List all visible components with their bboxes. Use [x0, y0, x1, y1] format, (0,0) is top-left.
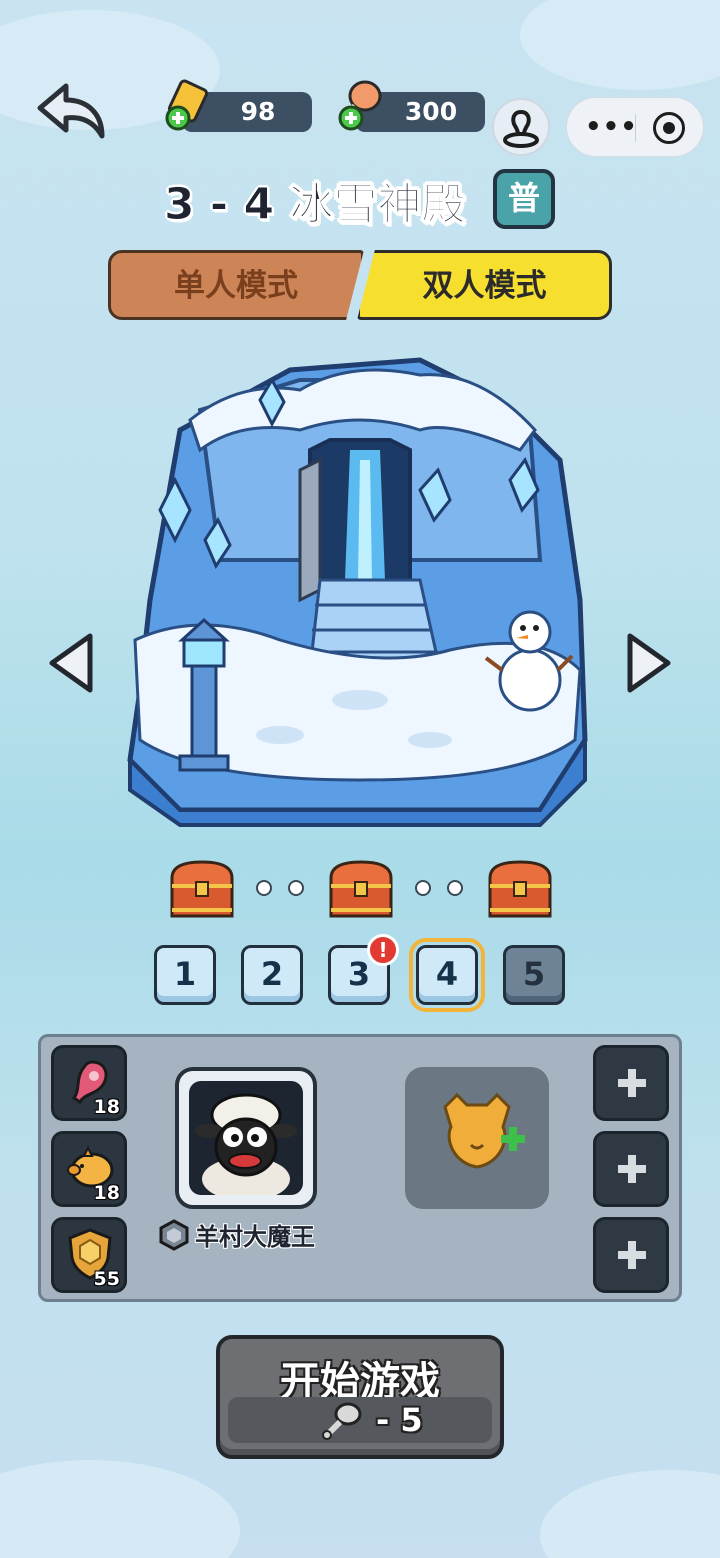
stamina-value: 300 [404, 97, 458, 126]
sheep-hero-avatar [195, 1093, 297, 1195]
gold-value: 98 [240, 97, 276, 126]
tab-double-mode[interactable]: 双人模式 [357, 250, 612, 320]
more-menu-icon[interactable]: ••• [585, 112, 638, 142]
chevron-right-icon [627, 633, 671, 693]
stamina-cost-bar: - 5 [228, 1397, 492, 1443]
tab-single-mode[interactable]: 单人模式 [108, 250, 364, 320]
ice-temple-stage-image [120, 340, 600, 830]
plus-icon [618, 1155, 646, 1183]
progress-dot [415, 880, 431, 896]
reward-chest-1[interactable] [166, 858, 238, 920]
buff-slot-piggy[interactable]: 18 [51, 1131, 127, 1207]
reward-chest-3[interactable] [484, 858, 556, 920]
profile-button[interactable] [492, 98, 550, 156]
plus-icon [618, 1241, 646, 1269]
buff-slot-shield[interactable]: 55 [51, 1217, 127, 1293]
hero-avatar [189, 1081, 303, 1195]
stage-button-4[interactable]: 4 [409, 938, 485, 1012]
back-button[interactable] [36, 80, 110, 142]
stage-label: 3 [347, 955, 371, 993]
hero-name-row: 羊村大魔王 [159, 1217, 315, 1252]
reward-chest-2[interactable] [325, 858, 397, 920]
partner-slot[interactable] [405, 1067, 549, 1209]
add-slot-button[interactable] [593, 1045, 669, 1121]
close-target-icon[interactable] [653, 112, 685, 144]
buff-count: 18 [93, 1096, 120, 1118]
progress-dot [288, 880, 304, 896]
stage-button-3[interactable]: 3 ! [328, 934, 399, 1005]
add-slot-button[interactable] [593, 1217, 669, 1293]
buff-count: 18 [93, 1182, 120, 1204]
progress-dot [447, 880, 463, 896]
chevron-left-icon [49, 633, 93, 693]
start-game-button[interactable]: 开始游戏 - 5 [216, 1335, 504, 1459]
pin-user-icon [503, 109, 539, 148]
plus-icon [618, 1069, 646, 1097]
progress-dot [256, 880, 272, 896]
capsule-divider [635, 114, 636, 142]
miniprogram-capsule: ••• [566, 97, 704, 157]
stamina-counter: 300 [338, 80, 485, 132]
buff-slot-meat[interactable]: 18 [51, 1045, 127, 1121]
drumstick-icon [322, 1402, 362, 1440]
chest-icon [488, 860, 552, 918]
gold-counter: 98 [165, 79, 312, 132]
buff-count: 55 [93, 1268, 120, 1290]
stage-button-2[interactable]: 2 [241, 945, 303, 1005]
hero-slot[interactable] [175, 1067, 317, 1209]
chest-icon [170, 860, 234, 918]
alert-badge: ! [367, 934, 399, 966]
prev-level-arrow[interactable] [46, 630, 98, 696]
level-title: 3 - 4 冰雪神殿 [163, 179, 466, 231]
hero-name: 羊村大魔王 [195, 1223, 315, 1251]
stage-button-5[interactable]: 5 [503, 945, 565, 1005]
chest-icon [329, 860, 393, 918]
team-panel: 18 18 55 羊村大魔王 [38, 1034, 682, 1302]
rank-badge-icon [159, 1218, 189, 1251]
stage-button-1[interactable]: 1 [154, 945, 216, 1005]
add-slot-button[interactable] [593, 1131, 669, 1207]
stamina-cost: - 5 [376, 1401, 423, 1439]
add-partner-icon [443, 1092, 525, 1169]
next-level-arrow[interactable] [622, 630, 674, 696]
difficulty-badge: 普 [493, 169, 555, 229]
back-arrow-icon [37, 83, 105, 139]
